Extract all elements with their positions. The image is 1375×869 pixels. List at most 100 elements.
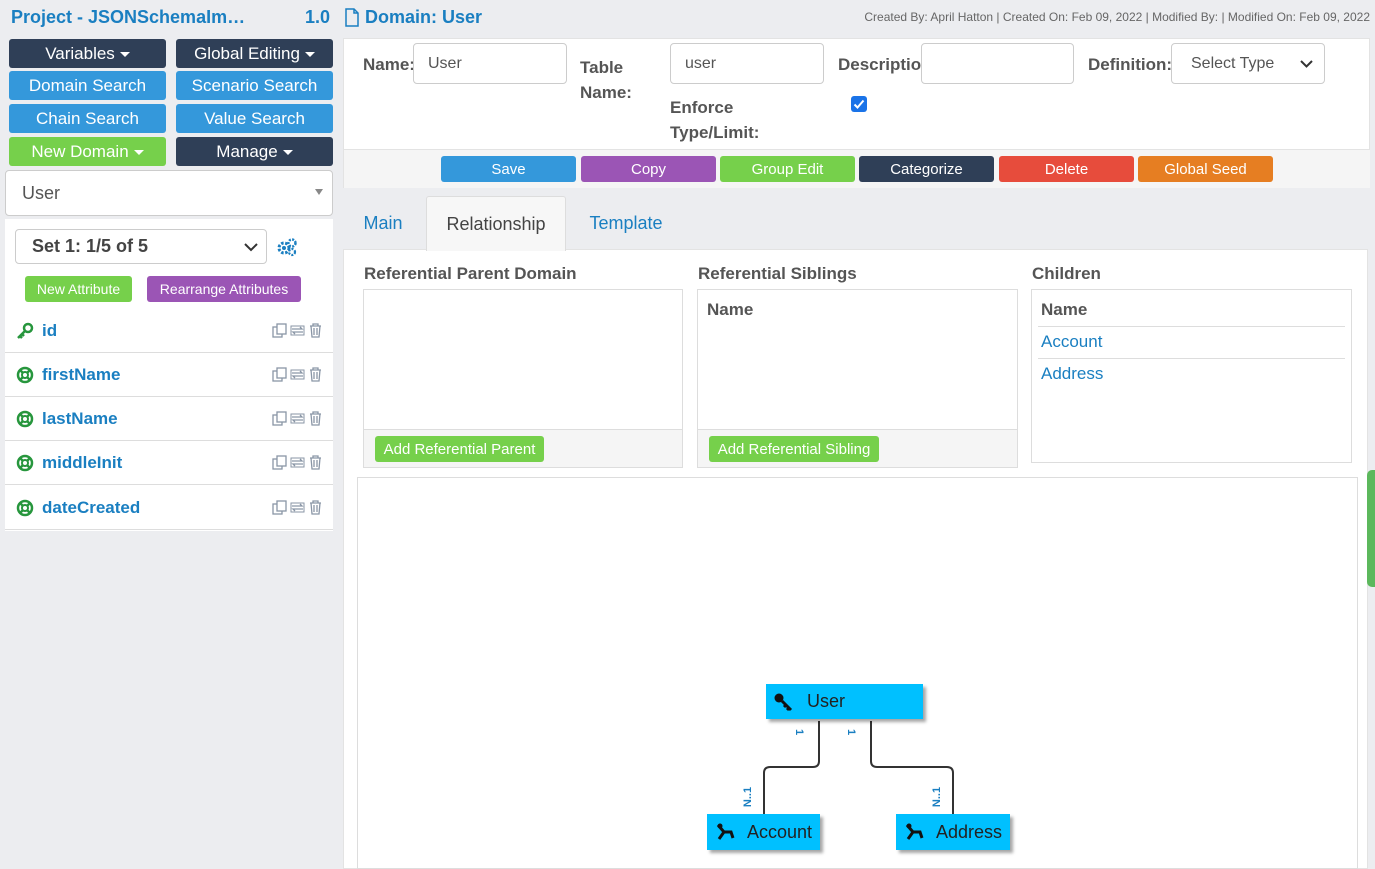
definition-select[interactable]: Select Type xyxy=(1171,43,1325,84)
add-referential-parent-button[interactable]: Add Referential Parent xyxy=(375,436,544,462)
attribute-name[interactable]: dateCreated xyxy=(42,498,140,518)
connector-line xyxy=(763,721,820,819)
row-actions xyxy=(272,411,323,426)
value-search-button[interactable]: Value Search xyxy=(176,104,333,133)
multiplicity-label: N..1 xyxy=(931,786,944,808)
parent-section-title: Referential Parent Domain xyxy=(364,264,577,283)
variables-label: Variables xyxy=(45,43,115,63)
chain-search-button[interactable]: Chain Search xyxy=(9,104,166,133)
divider xyxy=(1038,326,1345,327)
relationship-diagram: 1 1 N..1 N..1 User Account Address xyxy=(357,477,1358,869)
save-button[interactable]: Save xyxy=(441,156,576,182)
domain-title-text: Domain: User xyxy=(365,7,483,27)
swap-icon[interactable] xyxy=(290,500,305,515)
link-node-icon xyxy=(905,823,924,840)
variables-button[interactable]: Variables xyxy=(9,39,166,68)
caret-down-icon xyxy=(119,52,130,57)
chevron-down-icon xyxy=(244,243,258,252)
diagram-node-address[interactable]: Address xyxy=(896,814,1010,850)
child-link[interactable]: Address xyxy=(1041,364,1103,384)
side-panel-handle[interactable] xyxy=(1367,470,1375,587)
gears-icon[interactable] xyxy=(276,238,298,257)
attribute-row[interactable]: middleInit xyxy=(5,441,333,485)
child-link[interactable]: Account xyxy=(1041,332,1102,352)
siblings-section-title: Referential Siblings xyxy=(698,264,857,283)
group-edit-button[interactable]: Group Edit xyxy=(720,156,855,182)
rearrange-attributes-button[interactable]: Rearrange Attributes xyxy=(147,276,301,302)
copy-button[interactable]: Copy xyxy=(581,156,716,182)
audit-meta: Created By: April Hatton | Created On: F… xyxy=(864,10,1370,24)
chevron-down-icon xyxy=(1300,60,1313,68)
copy-icon[interactable] xyxy=(272,367,287,382)
link-node-icon xyxy=(716,823,735,840)
swap-icon[interactable] xyxy=(290,411,305,426)
set-select[interactable]: Set 1: 1/5 of 5 xyxy=(15,229,267,264)
categorize-button[interactable]: Categorize xyxy=(859,156,994,182)
name-label: Name: xyxy=(363,55,415,74)
set-select-value: Set 1: 1/5 of 5 xyxy=(32,236,149,256)
tab-template[interactable]: Template xyxy=(580,196,672,250)
multiplicity-label: 1 xyxy=(793,728,806,736)
swap-icon[interactable] xyxy=(290,367,305,382)
new-attribute-button[interactable]: New Attribute xyxy=(25,276,132,302)
scenario-search-button[interactable]: Scenario Search xyxy=(176,71,333,100)
description-label: Description: xyxy=(838,55,921,74)
table-name-field[interactable]: user xyxy=(670,43,824,84)
attribute-name[interactable]: id xyxy=(42,321,57,341)
caret-down-icon xyxy=(133,150,144,155)
diagram-node-user[interactable]: User xyxy=(766,684,923,719)
caret-down-icon xyxy=(304,52,315,57)
attribute-row[interactable]: firstName xyxy=(5,353,333,397)
enforce-label: Enforce Type/Limit: xyxy=(670,98,760,142)
key-icon xyxy=(17,322,34,339)
row-actions xyxy=(272,323,323,338)
tab-relationship[interactable]: Relationship xyxy=(426,196,566,251)
dropdown-arrow-icon xyxy=(315,189,323,195)
multiplicity-label: N..1 xyxy=(742,786,755,808)
manage-button[interactable]: Manage xyxy=(176,137,333,166)
trash-icon[interactable] xyxy=(308,323,323,338)
attribute-row[interactable]: id xyxy=(5,309,333,353)
add-referential-sibling-button[interactable]: Add Referential Sibling xyxy=(709,436,879,462)
swap-icon[interactable] xyxy=(290,323,305,338)
attribute-row[interactable]: dateCreated xyxy=(5,486,333,530)
delete-button[interactable]: Delete xyxy=(999,156,1134,182)
diagram-connectors xyxy=(763,721,954,819)
domain-select-value: User xyxy=(22,182,61,203)
trash-icon[interactable] xyxy=(308,411,323,426)
attribute-name[interactable]: firstName xyxy=(42,365,120,385)
children-name-header: Name xyxy=(1041,300,1088,319)
siblings-name-header: Name xyxy=(707,300,754,319)
project-title[interactable]: Project - JSONSchemaIm… xyxy=(11,7,245,28)
tab-main[interactable]: Main xyxy=(350,196,416,250)
domain-title: Domain: User xyxy=(344,7,482,28)
name-field[interactable]: User xyxy=(413,43,567,84)
global-editing-button[interactable]: Global Editing xyxy=(176,39,333,68)
attribute-name[interactable]: middleInit xyxy=(42,453,122,473)
trash-icon[interactable] xyxy=(308,500,323,515)
copy-icon[interactable] xyxy=(272,323,287,338)
row-actions xyxy=(272,455,323,470)
attribute-name[interactable]: lastName xyxy=(42,409,118,429)
swap-icon[interactable] xyxy=(290,455,305,470)
new-domain-label: New Domain xyxy=(31,141,129,161)
copy-icon[interactable] xyxy=(272,411,287,426)
lifebuoy-icon xyxy=(16,454,34,471)
domain-select[interactable]: User xyxy=(5,170,333,216)
node-label: User xyxy=(807,691,846,711)
global-seed-button[interactable]: Global Seed xyxy=(1138,156,1273,182)
enforce-checkbox[interactable] xyxy=(851,96,867,112)
project-version: 1.0 xyxy=(305,7,331,27)
node-label: Account xyxy=(747,821,813,842)
trash-icon[interactable] xyxy=(308,367,323,382)
document-icon xyxy=(345,8,359,27)
new-domain-button[interactable]: New Domain xyxy=(9,137,166,166)
trash-icon[interactable] xyxy=(308,455,323,470)
diagram-node-account[interactable]: Account xyxy=(707,814,820,850)
attribute-row[interactable]: lastName xyxy=(5,397,333,441)
domain-search-button[interactable]: Domain Search xyxy=(9,71,166,100)
copy-icon[interactable] xyxy=(272,455,287,470)
children-section-title: Children xyxy=(1032,264,1101,283)
description-field[interactable] xyxy=(921,43,1074,84)
copy-icon[interactable] xyxy=(272,500,287,515)
